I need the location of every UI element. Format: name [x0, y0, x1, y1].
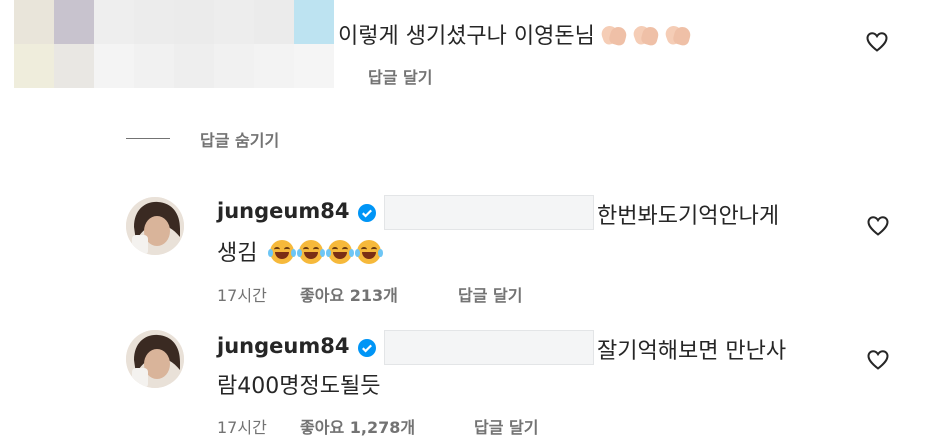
rolling-laughing-face-icon — [326, 240, 355, 264]
avatar[interactable] — [126, 330, 184, 388]
reply-text-word: 생김 — [217, 241, 258, 266]
reply-like-count[interactable]: 좋아요 1,278개 — [300, 414, 415, 438]
reply-button[interactable]: 답글 달기 — [458, 282, 522, 306]
top-comment-text: 이렇게 생기셨구나 이영돈님 — [338, 18, 698, 50]
clapping-hands-icon — [663, 23, 692, 47]
reply-button[interactable]: 답글 달기 — [474, 414, 538, 438]
reply-username[interactable]: jungeum84 — [217, 199, 349, 223]
rolling-laughing-face-icon — [268, 240, 297, 264]
thread-divider-line — [126, 138, 170, 139]
top-comment-reply-button[interactable]: 답글 달기 — [368, 64, 432, 88]
like-heart-icon[interactable] — [866, 214, 890, 238]
reply-text-line2: 생김 — [217, 235, 386, 267]
clapping-hands-icon — [599, 23, 628, 47]
redacted-mention — [384, 195, 594, 230]
rolling-laughing-face-icon — [355, 240, 384, 264]
top-comment-body: 이렇게 생기셨구나 이영돈님 — [338, 24, 595, 49]
verified-badge-icon — [357, 203, 377, 223]
verified-badge-icon — [357, 338, 377, 358]
hide-replies-button[interactable]: 답글 숨기기 — [200, 127, 279, 151]
blurred-profile-area — [14, 0, 334, 88]
like-heart-icon[interactable] — [865, 30, 889, 54]
reply-timestamp[interactable]: 17시간 — [217, 282, 267, 306]
reply-like-count[interactable]: 좋아요 213개 — [300, 282, 398, 306]
rolling-laughing-face-icon — [297, 240, 326, 264]
reply-timestamp[interactable]: 17시간 — [217, 414, 267, 438]
avatar[interactable] — [126, 197, 184, 255]
clapping-hands-icon — [631, 23, 660, 47]
reply-text-line1: 한번봐도기억안나게 — [597, 204, 780, 229]
reply-text-line2: 람400명정도될듯 — [217, 374, 381, 399]
redacted-mention — [384, 330, 594, 365]
reply-text-line1: 잘기억해보면 만난사 — [597, 339, 787, 364]
reply-username[interactable]: jungeum84 — [217, 334, 349, 358]
like-heart-icon[interactable] — [866, 348, 890, 372]
